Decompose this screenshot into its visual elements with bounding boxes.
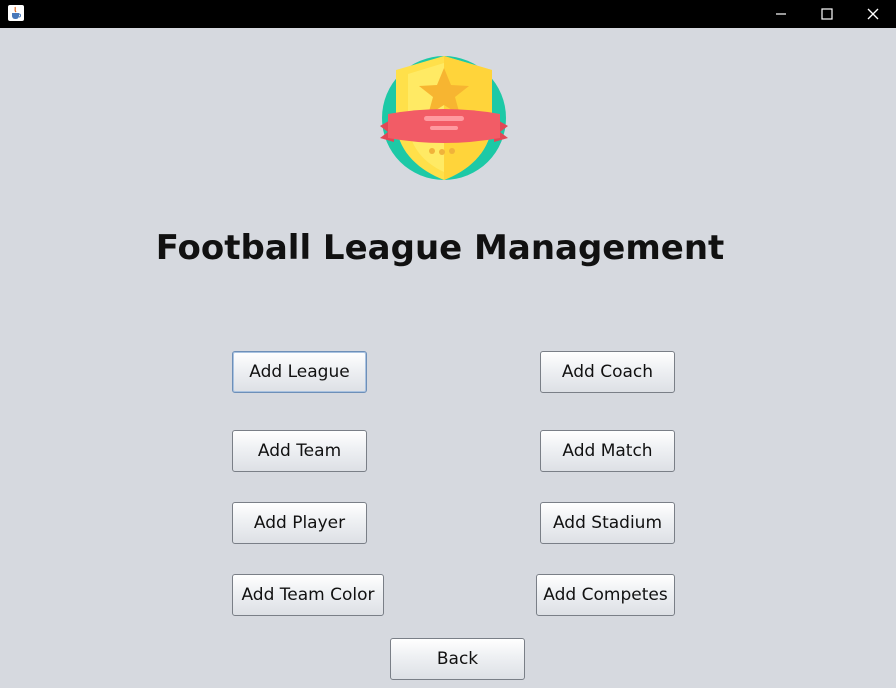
add-match-button[interactable]: Add Match (540, 430, 675, 472)
page-title: Football League Management (155, 228, 725, 268)
close-icon (867, 8, 879, 20)
add-coach-button[interactable]: Add Coach (540, 351, 675, 393)
add-league-button[interactable]: Add League (232, 351, 367, 393)
maximize-icon (821, 8, 833, 20)
shield-badge-star-icon (378, 52, 510, 184)
add-team-button[interactable]: Add Team (232, 430, 367, 472)
window-titlebar (0, 0, 896, 28)
add-team-color-button[interactable]: Add Team Color (232, 574, 384, 616)
add-player-button[interactable]: Add Player (232, 502, 367, 544)
close-button[interactable] (850, 0, 896, 28)
back-button[interactable]: Back (390, 638, 525, 680)
minimize-icon (776, 13, 786, 15)
minimize-button[interactable] (758, 0, 804, 28)
maximize-button[interactable] (804, 0, 850, 28)
add-stadium-button[interactable]: Add Stadium (540, 502, 675, 544)
java-cup-icon (8, 5, 24, 21)
add-competes-button[interactable]: Add Competes (536, 574, 675, 616)
